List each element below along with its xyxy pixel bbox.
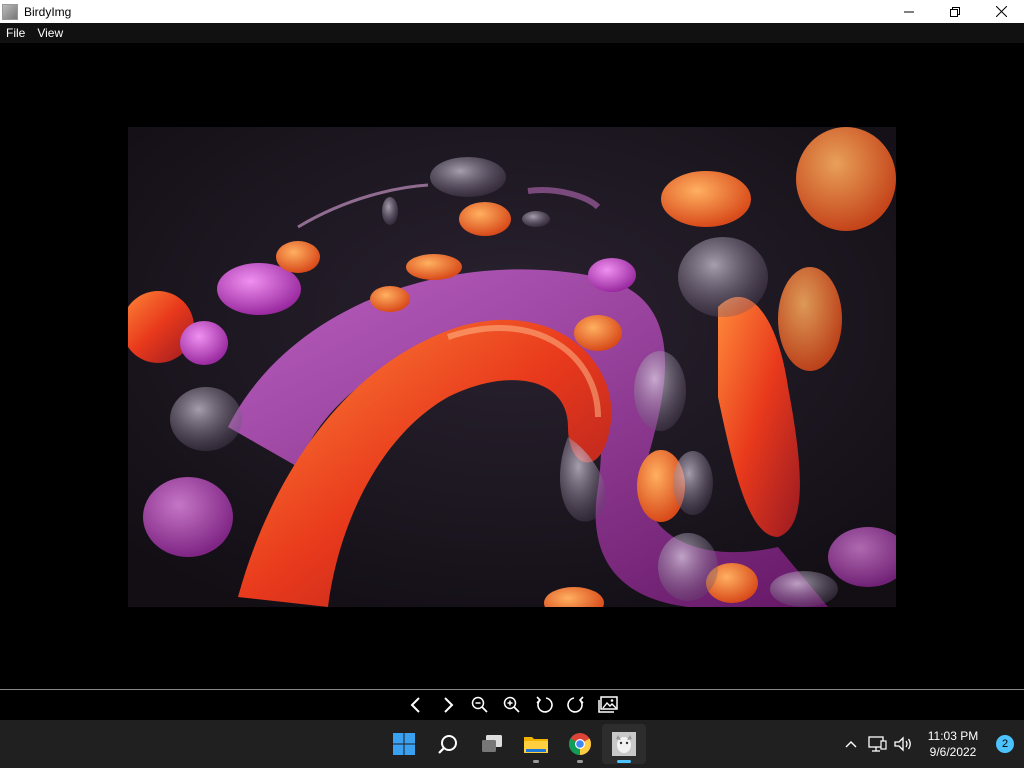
rotate-left-icon xyxy=(536,696,553,713)
volume-button[interactable] xyxy=(890,724,916,764)
active-indicator xyxy=(617,760,631,763)
network-icon xyxy=(868,736,887,752)
title-bar[interactable]: BirdyImg xyxy=(0,0,1024,23)
running-indicator xyxy=(533,760,539,763)
zoom-in-button[interactable] xyxy=(499,692,525,718)
window-title: BirdyImg xyxy=(24,4,72,19)
search-icon xyxy=(438,735,457,754)
taskbar-task-view-button[interactable] xyxy=(470,724,514,764)
notification-badge[interactable]: 2 xyxy=(996,735,1014,753)
folder-icon xyxy=(524,737,548,753)
zoom-in-icon xyxy=(503,696,520,713)
rotate-right-button[interactable] xyxy=(563,692,589,718)
image-toolbar xyxy=(0,690,1024,720)
minimize-icon xyxy=(904,11,914,12)
restore-icon xyxy=(950,6,960,17)
birdyimg-app-icon xyxy=(2,3,18,20)
chevron-up-icon xyxy=(845,741,857,748)
open-images-button[interactable] xyxy=(595,692,621,718)
clock-time: 11:03 PM xyxy=(927,729,979,743)
previous-button[interactable] xyxy=(403,692,429,718)
taskbar-apps xyxy=(382,720,646,768)
menu-file[interactable]: File xyxy=(0,26,31,40)
app-window: BirdyImg File View xyxy=(0,0,1024,720)
close-icon xyxy=(995,6,1007,17)
taskbar-chrome[interactable] xyxy=(558,724,602,764)
close-button[interactable] xyxy=(978,0,1024,23)
zoom-out-button[interactable] xyxy=(467,692,493,718)
taskbar: 11:03 PM 9/6/2022 2 xyxy=(0,720,1024,768)
image-viewer xyxy=(0,43,1024,689)
rotate-left-button[interactable] xyxy=(531,692,557,718)
taskbar-search-button[interactable] xyxy=(426,724,470,764)
rotate-right-icon xyxy=(567,696,584,713)
chevron-left-icon xyxy=(410,697,420,713)
show-hidden-icons-button[interactable] xyxy=(838,724,864,764)
task-view-icon xyxy=(482,735,502,752)
chrome-icon xyxy=(569,733,591,755)
clock-date: 9/6/2022 xyxy=(929,745,977,759)
running-indicator xyxy=(577,760,583,763)
minimize-button[interactable] xyxy=(886,0,932,23)
window-controls xyxy=(886,0,1024,23)
taskbar-birdyimg[interactable] xyxy=(602,724,646,764)
image-stack-icon xyxy=(598,696,618,713)
chevron-right-icon xyxy=(444,697,454,713)
next-button[interactable] xyxy=(435,692,461,718)
menu-view[interactable]: View xyxy=(31,26,69,40)
zoom-out-icon xyxy=(471,696,488,713)
network-button[interactable] xyxy=(864,724,890,764)
restore-button[interactable] xyxy=(932,0,978,23)
taskbar-start-button[interactable] xyxy=(382,724,426,764)
taskbar-file-explorer[interactable] xyxy=(514,724,558,764)
menu-bar: File View xyxy=(0,23,1024,43)
clock[interactable]: 11:03 PM 9/6/2022 xyxy=(922,728,984,760)
system-tray: 11:03 PM 9/6/2022 2 xyxy=(838,720,1024,768)
volume-icon xyxy=(894,736,911,752)
windows-start-icon xyxy=(393,733,415,755)
displayed-image xyxy=(128,127,896,607)
birdyimg-icon xyxy=(612,732,636,756)
